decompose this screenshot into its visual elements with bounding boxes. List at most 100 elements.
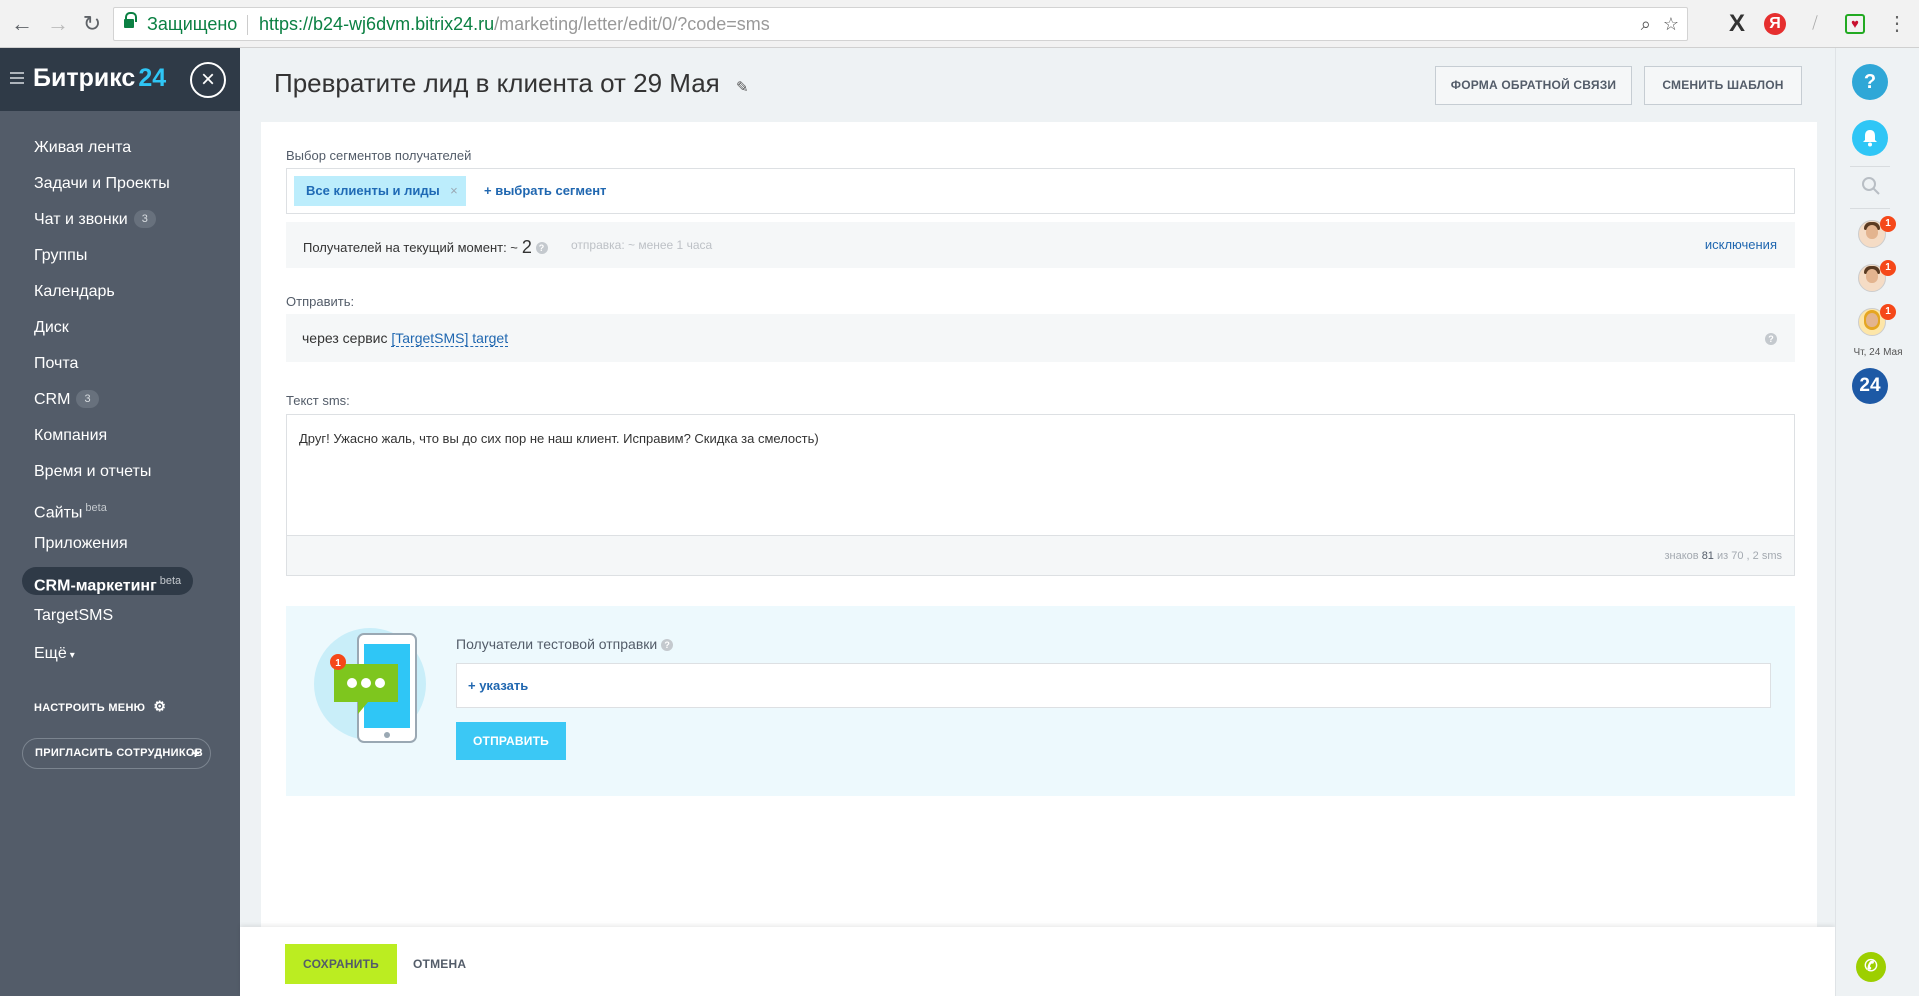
sidebar-item[interactable]: Компания [0,418,240,454]
page-title: Превратите лид в клиента от 29 Мая [274,68,720,98]
send-label: Отправить: [286,294,355,309]
add-test-recipient-link[interactable]: + указать [468,678,528,693]
bookmark-star-icon[interactable]: ☆ [1663,14,1679,34]
segment-tag[interactable]: Все клиенты и лиды × [294,176,466,206]
date-label: Чт, 24 Мая [1853,347,1903,358]
sidebar-item-label: Компания [34,427,108,444]
sidebar-item[interactable]: Задачи и Проекты [0,166,240,202]
sidebar-item[interactable]: Приложения [0,526,240,562]
extension-x-icon[interactable]: X [1725,12,1749,36]
sidebar-item[interactable]: Группы [0,238,240,274]
sidebar-item-label: Диск [34,319,69,336]
right-bar: ? 1 1 1 Чт, 24 Мая 24 ✆ [1835,48,1919,996]
sms-service-link[interactable]: [TargetSMS] target [391,330,509,347]
menu-burger-icon[interactable] [10,72,24,84]
configure-menu-button[interactable]: НАСТРОИТЬ МЕНЮ ⚙ [34,698,166,715]
unread-badge: 1 [1880,304,1896,320]
sidebar-item[interactable]: CRM-маркетинг beta [0,562,240,598]
forward-arrow-icon[interactable]: → [45,11,71,37]
sidebar-item-label: CRM-маркетинг [34,577,157,595]
help-icon[interactable]: ? [661,639,674,651]
sidebar-item[interactable]: Диск [0,310,240,346]
sidebar-item[interactable]: Календарь [0,274,240,310]
phone-call-icon[interactable]: ✆ [1856,952,1886,982]
remove-segment-icon[interactable]: × [450,176,458,206]
invite-employees-button[interactable]: ПРИГЛАСИТЬ СОТРУДНИКОВ + [22,738,211,769]
divider [1850,208,1890,209]
sidebar-item-label: TargetSMS [34,607,114,624]
test-recipients-label: Получатели тестовой отправки ? [456,636,674,652]
send-service-text: через сервис [TargetSMS] target [302,330,509,347]
divider [1850,166,1890,167]
save-button[interactable]: СОХРАНИТЬ [285,944,397,984]
beta-label: beta [85,502,107,514]
sidebar-item[interactable]: Время и отчеты [0,454,240,490]
bitrix24-logo[interactable]: Битрикс 24 [33,64,166,93]
zoom-icon[interactable]: ⌕ [1641,14,1651,34]
sms-text-area[interactable]: Друг! Ужасно жаль, что вы до сих пор не … [286,414,1795,576]
counter-badge: 3 [76,390,99,408]
notifications-bell-icon[interactable] [1852,120,1888,156]
beta-label: beta [159,575,182,587]
counter-badge: 3 [133,210,156,228]
browser-menu-icon[interactable]: ⋮ [1885,12,1909,36]
sms-text-content[interactable]: Друг! Ужасно жаль, что вы до сих пор не … [299,431,819,446]
sidebar-item-label: Чат и звонки [34,211,128,228]
sms-counter-bar: знаков 81 из 70 , 2 sms [287,535,1794,575]
sidebar-item[interactable]: TargetSMS [0,598,240,634]
cancel-button[interactable]: ОТМЕНА [413,944,466,984]
bitrix24-network-button[interactable]: 24 [1852,368,1888,404]
help-icon[interactable]: ? [1765,333,1777,345]
illustration-badge: 1 [335,658,341,669]
sidebar-item-label: Задачи и Проекты [34,175,170,192]
unread-badge: 1 [1880,260,1896,276]
address-separator [247,15,248,35]
exclusions-link[interactable]: исключения [1705,237,1777,252]
sidebar-item[interactable]: Ещё ▾ [0,636,240,672]
test-recipients-input[interactable]: + указать [456,663,1771,708]
sidebar-item[interactable]: Чат и звонки 3 [0,202,240,238]
segments-selector[interactable]: Все клиенты и лиды × + выбрать сегмент [286,168,1795,214]
send-test-button[interactable]: ОТПРАВИТЬ [456,722,566,760]
footer-bar: СОХРАНИТЬ ОТМЕНА [240,927,1835,996]
pdf-extension-icon[interactable]: ⧸ [1803,12,1827,36]
sidebar-menu: Живая лента Задачи и Проекты Чат и звонки 3… [0,130,240,672]
sidebar-item[interactable]: Почта [0,346,240,382]
lock-icon [124,12,137,30]
feedback-form-button[interactable]: ФОРМА ОБРАТНОЙ СВЯЗИ [1435,66,1632,105]
yandex-extension-icon[interactable]: Я [1764,13,1786,35]
browser-toolbar: ← → ↻ Защищено https://b24-wj6dvm.bitrix… [0,0,1919,48]
recipients-count-text: Получателей на текущий момент: ~2 ? [303,237,548,258]
sidebar-item[interactable]: Сайты beta [0,490,240,526]
sidebar-item[interactable]: Живая лента [0,130,240,166]
reload-icon[interactable]: ↻ [79,11,105,37]
unread-badge: 1 [1880,216,1896,232]
logo-area: Битрикс 24 × [0,48,240,111]
sidebar-item-label: Время и отчеты [34,463,152,480]
test-send-panel: 1 Получатели тестовой отправки ? + указа… [286,606,1795,796]
add-segment-link[interactable]: + выбрать сегмент [484,176,606,206]
recipients-info: Получателей на текущий момент: ~2 ? отпр… [286,222,1795,268]
sidebar-item-label: Приложения [34,535,128,552]
change-template-button[interactable]: СМЕНИТЬ ШАБЛОН [1644,66,1802,105]
edit-title-pencil-icon[interactable]: ✎ [736,78,749,96]
sidebar-item-label: Живая лента [34,139,132,156]
sms-char-counter: знаков 81 из 70 , 2 sms [1664,550,1782,562]
help-icon[interactable]: ? [535,242,548,254]
search-icon[interactable] [1860,175,1882,197]
sidebar-item[interactable]: CRM 3 [0,382,240,418]
close-slider-icon[interactable]: × [190,62,226,98]
send-time-estimate: отправка: ~ менее 1 часа [571,238,713,252]
phone-message-illustration: 1 [314,628,426,743]
sidebar-item-label: Почта [34,355,79,372]
address-bar[interactable]: Защищено https://b24-wj6dvm.bitrix24.ru/… [113,7,1688,41]
send-service-row: через сервис [TargetSMS] target ? [286,314,1795,362]
help-button[interactable]: ? [1852,64,1888,100]
gear-icon: ⚙ [153,698,167,714]
back-arrow-icon[interactable]: ← [9,11,35,37]
sidebar-item-label: Календарь [34,283,115,300]
pocket-extension-icon[interactable]: ♥ [1845,14,1865,34]
secure-label: Защищено [147,14,238,34]
sidebar-item-label: Ещё [34,645,67,662]
left-sidebar: Битрикс 24 × Живая лента Задачи и Проекты Ч… [0,48,240,996]
